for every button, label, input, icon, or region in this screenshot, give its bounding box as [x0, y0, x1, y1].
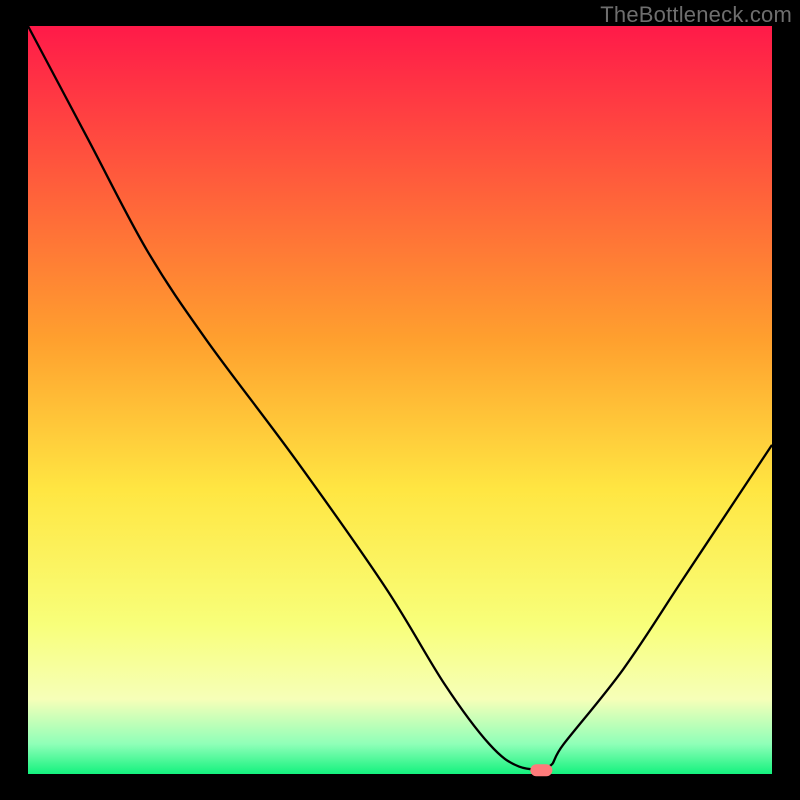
chart-svg: [0, 0, 800, 800]
watermark-text: TheBottleneck.com: [600, 2, 792, 28]
chart-frame: TheBottleneck.com: [0, 0, 800, 800]
optimal-marker: [530, 764, 552, 776]
plot-background: [28, 26, 772, 774]
